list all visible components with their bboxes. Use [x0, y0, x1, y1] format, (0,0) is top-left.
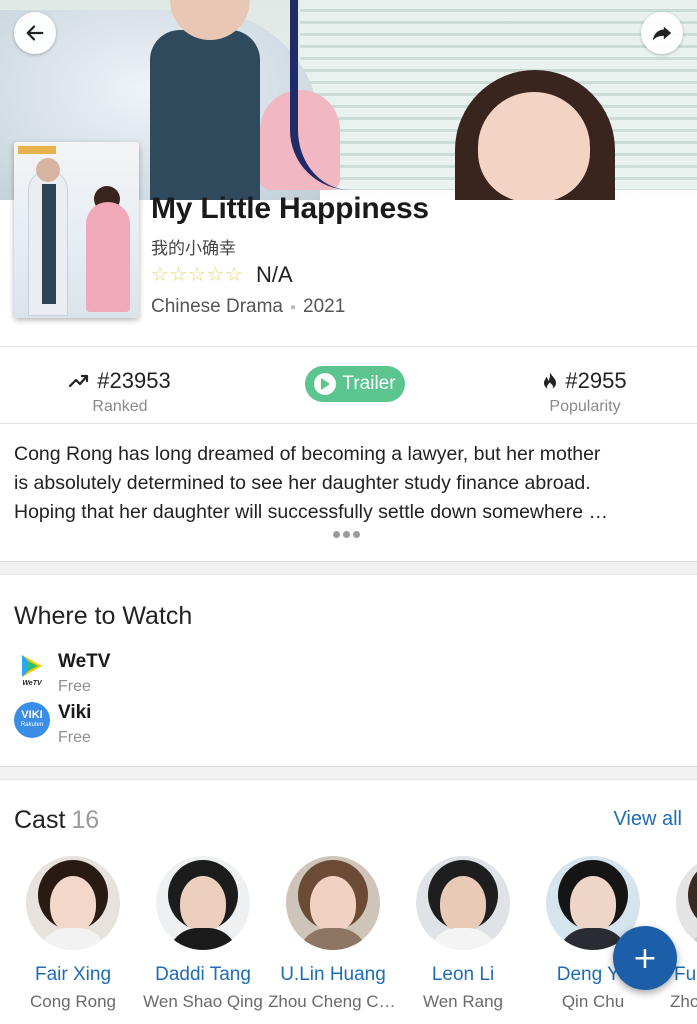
- synopsis-line: is absolutely determined to see her daug…: [14, 472, 591, 494]
- share-button[interactable]: [641, 12, 683, 54]
- meta-separator: ●: [290, 301, 297, 313]
- cast-item[interactable]: Fair Xing Cong Rong: [8, 856, 138, 1012]
- popularity-stat[interactable]: #2955 Popularity: [485, 368, 685, 416]
- cast-role: Qin Chu: [561, 992, 625, 1011]
- star-empty-icon: ☆: [188, 262, 206, 286]
- play-icon: [314, 373, 337, 395]
- cast-name: U.Lin Huang: [280, 964, 386, 985]
- banner-figure-shirt: [150, 30, 260, 200]
- section-separator: [0, 561, 697, 575]
- service-wetv[interactable]: WeTV WeTV Free: [14, 651, 110, 696]
- show-title: My Little Happiness: [151, 192, 429, 225]
- poster-figure-girl: [86, 202, 130, 312]
- cast-item[interactable]: U.Lin Huang Zhou Cheng Cheng: [268, 856, 398, 1012]
- avatar: [676, 856, 697, 950]
- cast-role: Wen Shao Qing: [143, 992, 263, 1011]
- rating-value: N/A: [256, 262, 293, 287]
- service-viki[interactable]: VIKI Rakuten Viki Free: [14, 702, 91, 747]
- banner-figure-girl-face: [478, 92, 590, 200]
- back-button[interactable]: [14, 12, 56, 54]
- cast-role: Cong Rong: [29, 992, 116, 1011]
- plus-icon: +: [632, 940, 658, 976]
- avatar: [416, 856, 510, 950]
- viki-logo-icon: VIKI Rakuten: [14, 702, 50, 738]
- divider: [0, 346, 697, 347]
- service-price: Free: [58, 678, 91, 695]
- more-dots-icon[interactable]: [333, 531, 360, 538]
- poster-image[interactable]: [14, 142, 139, 318]
- cast-carousel[interactable]: Fair Xing Cong Rong Daddi Tang Wen Shao …: [0, 856, 697, 1024]
- avatar: [26, 856, 120, 950]
- service-name: Viki: [58, 702, 92, 723]
- add-fab-button[interactable]: +: [613, 926, 677, 990]
- cast-role: Wen Rang: [422, 992, 503, 1011]
- ranked-stat[interactable]: #23953 Ranked: [20, 368, 220, 416]
- synopsis-line: Hoping that her daughter will successful…: [14, 501, 608, 523]
- svg-text:WeTV: WeTV: [22, 680, 43, 687]
- cast-role: Zhou Cheng Cheng: [268, 992, 398, 1011]
- star-empty-icon: ☆: [225, 262, 243, 286]
- star-empty-icon: ☆: [206, 262, 225, 286]
- popularity-value: #2955: [565, 368, 627, 393]
- section-separator: [0, 766, 697, 780]
- wetv-logo-icon: WeTV: [14, 651, 50, 687]
- native-title: 我的小确幸: [151, 239, 236, 259]
- synopsis-line: Cong Rong has long dreamed of becoming a…: [14, 443, 601, 465]
- banner-stethoscope: [290, 0, 350, 190]
- star-empty-icon: ☆: [169, 262, 188, 286]
- show-meta: Chinese Drama ● 2021: [151, 296, 345, 318]
- trailer-button[interactable]: Trailer: [305, 366, 405, 402]
- cast-item[interactable]: Daddi Tang Wen Shao Qing: [138, 856, 268, 1012]
- trending-up-icon: [69, 374, 89, 388]
- star-rating: ☆ ☆ ☆ ☆ ☆: [151, 262, 244, 286]
- avatar: [156, 856, 250, 950]
- cast-name: Leon Li: [431, 964, 495, 985]
- cast-role: Zhou: [670, 992, 697, 1011]
- cast-heading: Cast: [14, 806, 66, 834]
- cast-name: Fair Xing: [34, 964, 112, 985]
- ranked-value: #23953: [97, 368, 171, 393]
- poster-figure-shirt: [42, 184, 56, 304]
- view-all-cast-link[interactable]: View all: [613, 808, 682, 831]
- cast-title: Cast 16: [14, 806, 99, 835]
- release-year: 2021: [303, 296, 346, 317]
- where-to-watch-title: Where to Watch: [14, 602, 193, 630]
- star-empty-icon: ☆: [151, 262, 169, 286]
- service-name: WeTV: [58, 651, 111, 672]
- cast-count: 16: [71, 806, 100, 834]
- service-price: Free: [58, 729, 91, 746]
- poster-figure-head: [36, 158, 60, 182]
- synopsis[interactable]: Cong Rong has long dreamed of becoming a…: [14, 440, 684, 527]
- flame-icon: [544, 372, 557, 390]
- ranked-label: Ranked: [92, 398, 148, 415]
- trailer-label: Trailer: [342, 373, 396, 394]
- cast-name: Daddi Tang: [155, 964, 251, 985]
- cast-item[interactable]: Leon Li Wen Rang: [398, 856, 528, 1012]
- poster-badge: [18, 146, 56, 154]
- divider: [0, 423, 697, 424]
- avatar: [286, 856, 380, 950]
- share-arrow-icon: [652, 26, 672, 41]
- arrow-left-icon: [26, 25, 44, 41]
- popularity-label: Popularity: [549, 398, 621, 415]
- country-type: Chinese Drama: [151, 296, 283, 317]
